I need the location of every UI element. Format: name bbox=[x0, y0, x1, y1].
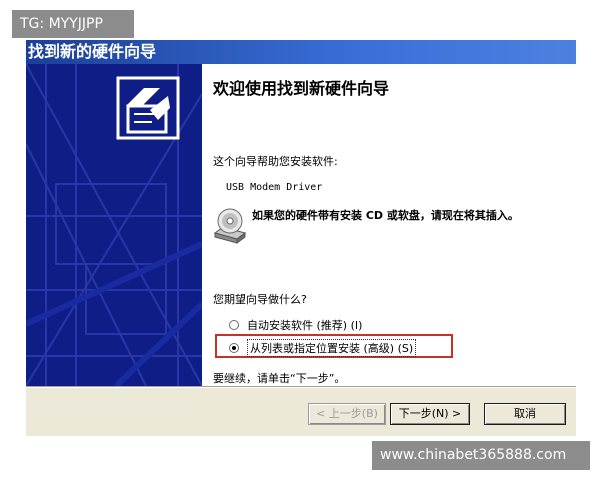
wizard-window: 找到新的硬件向导 欢迎使用找到新硬件向导 这个向导帮助您安装软件: USB Mo… bbox=[26, 40, 576, 436]
wizard-content: 欢迎使用找到新硬件向导 这个向导帮助您安装软件: USB Modem Drive… bbox=[202, 64, 576, 386]
watermark-top: TG: MYYJJPP bbox=[12, 10, 134, 38]
wizard-question: 您期望向导做什么? bbox=[213, 293, 307, 306]
back-button[interactable]: < 上一步(B) bbox=[308, 403, 386, 425]
option-auto-install-label: 自动安装软件 (推荐) (I) bbox=[247, 319, 363, 332]
continue-hint: 要继续，请单击“下一步”。 bbox=[213, 372, 346, 385]
radio-auto-install[interactable] bbox=[229, 320, 239, 330]
option-list-install[interactable]: 从列表或指定位置安装 (高级) (S) bbox=[229, 339, 417, 357]
radio-list-install[interactable] bbox=[229, 343, 239, 353]
cd-notice: 如果您的硬件带有安装 CD 或软盘，请现在将其插入。 bbox=[252, 209, 519, 222]
device-name: USB Modem Driver bbox=[226, 182, 323, 193]
option-list-install-label: 从列表或指定位置安装 (高级) (S) bbox=[247, 339, 417, 357]
hardware-wizard-icon bbox=[116, 76, 180, 140]
window-title: 找到新的硬件向导 bbox=[26, 40, 576, 64]
wizard-intro: 这个向导帮助您安装软件: bbox=[213, 155, 338, 168]
wizard-heading: 欢迎使用找到新硬件向导 bbox=[213, 79, 390, 98]
next-button[interactable]: 下一步(N) > bbox=[390, 403, 470, 425]
cancel-button[interactable]: 取消 bbox=[484, 403, 566, 425]
watermark-bottom: www.chinabet365888.com bbox=[372, 441, 590, 470]
wizard-sidebar bbox=[26, 64, 202, 386]
cd-disk-icon bbox=[213, 207, 247, 245]
footer-separator bbox=[26, 386, 576, 388]
option-auto-install[interactable]: 自动安装软件 (推荐) (I) bbox=[229, 316, 362, 334]
